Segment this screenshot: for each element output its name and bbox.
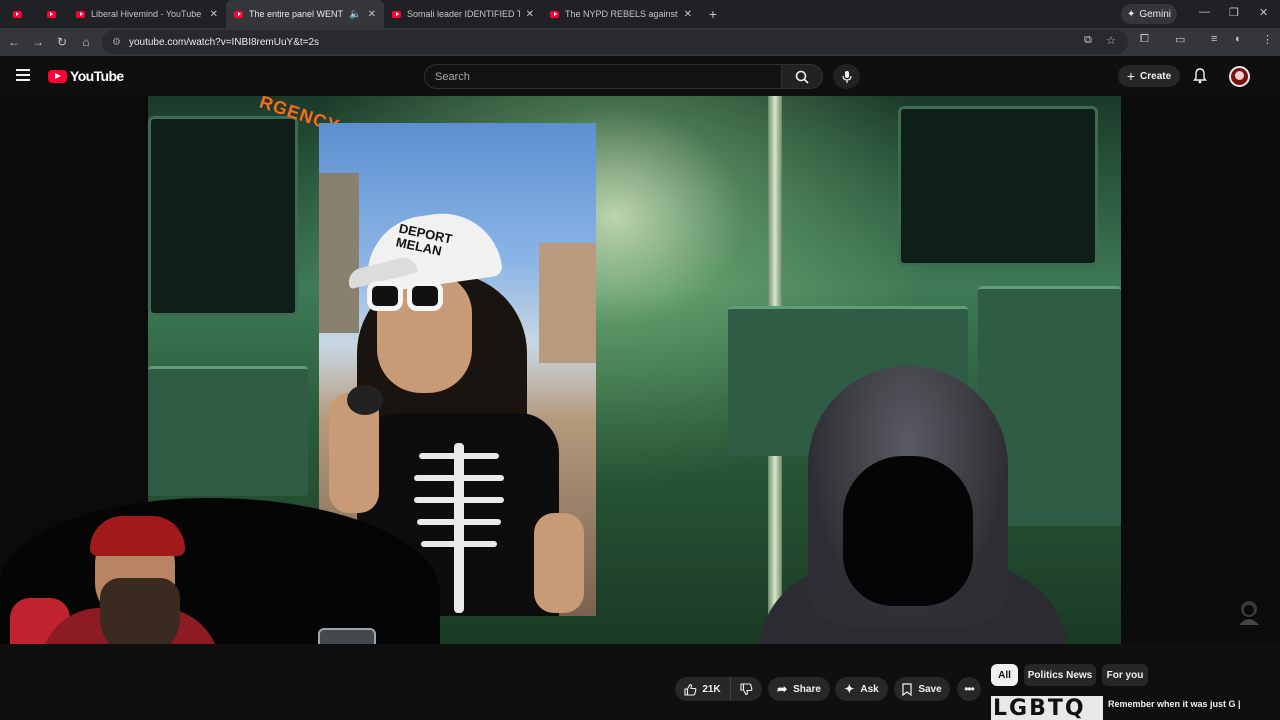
subway-window — [898, 106, 1098, 266]
tab-1[interactable] — [34, 0, 68, 28]
streamer-beard — [100, 578, 180, 644]
search-placeholder: Search — [435, 70, 470, 83]
more-actions-icon[interactable]: ••• — [957, 677, 981, 701]
sunglasses-lens — [407, 281, 443, 311]
glass-jar — [318, 628, 376, 644]
account-avatar[interactable] — [1229, 66, 1250, 87]
subway-window — [148, 116, 298, 316]
minimize-icon[interactable]: — — [1199, 6, 1210, 18]
close-window-icon[interactable]: ✕ — [1259, 6, 1268, 19]
red-beanie — [90, 516, 185, 556]
tab-3-active[interactable]: The entire panel WENT SILE 🔈 ✕ — [226, 0, 384, 28]
youtube-logo-icon — [48, 69, 67, 83]
speaker-icon[interactable]: 🔈 — [349, 9, 361, 20]
profile-icon[interactable]: ◐ — [1235, 33, 1242, 45]
tab-2[interactable]: Liberal Hivemind - YouTube ✕ — [68, 0, 226, 28]
chip-politics-news[interactable]: Politics News — [1024, 664, 1096, 686]
like-count: 21K — [702, 683, 721, 695]
chip-all[interactable]: All — [991, 664, 1018, 686]
bell-icon — [1193, 68, 1207, 84]
recommended-video-title[interactable]: Remember when it was just G | — [1108, 699, 1241, 709]
forward-icon[interactable]: → — [26, 35, 50, 49]
tab-0[interactable] — [0, 0, 34, 28]
browser-menu-icon[interactable]: ⋮ — [1262, 33, 1273, 46]
plus-icon: + — [1126, 68, 1136, 84]
tab-5[interactable]: The NYPD REBELS against Mam ✕ — [542, 0, 700, 28]
site-info-icon[interactable]: ⚙ — [112, 37, 121, 48]
hooded-figure — [758, 366, 1068, 644]
tab-title: The NYPD REBELS against Mam — [565, 9, 678, 19]
youtube-logo-text: YouTube — [70, 68, 124, 84]
thumbs-down-icon — [740, 682, 753, 695]
create-button[interactable]: + Create — [1118, 65, 1180, 87]
bookmark-icon — [902, 682, 912, 696]
share-icon: ➦ — [777, 682, 788, 696]
browser-tab-strip: Liberal Hivemind - YouTube ✕ The entire … — [0, 0, 1280, 28]
search-input[interactable]: Search — [424, 64, 782, 89]
like-button[interactable]: 21K — [675, 677, 731, 701]
gemini-button[interactable]: ✦ Gemini — [1121, 4, 1177, 24]
sparkle-icon: ✦ — [844, 682, 855, 696]
new-tab-button[interactable]: + — [700, 6, 726, 22]
tab-4[interactable]: Somali leader IDENTIFIED Tim W ✕ — [384, 0, 542, 28]
gemini-label: Gemini — [1139, 8, 1172, 20]
reload-icon[interactable]: ↻ — [50, 35, 74, 49]
youtube-favicon-icon — [46, 10, 56, 18]
thumbs-up-icon — [684, 683, 697, 696]
youtube-header: YouTube Search + Create — [0, 56, 1280, 96]
cast-icon[interactable]: ▭ — [1175, 33, 1185, 46]
youtube-favicon-icon — [12, 10, 22, 18]
youtube-favicon-icon — [234, 10, 243, 18]
url-text: youtube.com/watch?v=INBI8remUuY&t=2s — [128, 36, 320, 48]
youtube-favicon-icon — [392, 10, 401, 18]
video-actions-bar: 21K ➦ Share ✦ Ask Save ••• All Politics … — [0, 644, 1280, 720]
save-button[interactable]: Save — [894, 677, 950, 701]
tab-title: Somali leader IDENTIFIED Tim W — [407, 9, 520, 19]
media-control-icon[interactable]: ≡ — [1211, 33, 1217, 45]
search-button[interactable] — [781, 64, 823, 89]
install-app-icon[interactable]: ⧉ — [1084, 34, 1092, 47]
ask-button[interactable]: ✦ Ask — [835, 677, 888, 701]
save-label: Save — [918, 683, 942, 695]
close-tab-icon[interactable]: ✕ — [368, 9, 376, 20]
bookmark-star-icon[interactable]: ☆ — [1106, 34, 1116, 47]
sparkle-icon: ✦ — [1126, 8, 1136, 20]
extensions-icon[interactable]: ⧠ — [1140, 33, 1149, 46]
microphone-icon — [841, 70, 852, 83]
subway-seat — [148, 366, 308, 496]
notifications-button[interactable] — [1193, 68, 1207, 89]
dislike-button[interactable] — [731, 677, 762, 701]
recommended-video-thumbnail[interactable]: LGBTQ — [991, 696, 1103, 720]
menu-icon[interactable] — [16, 69, 30, 81]
woman-hand — [534, 513, 584, 613]
search-icon — [795, 70, 809, 84]
sunglasses-lens — [367, 281, 403, 311]
restore-icon[interactable]: ❐ — [1229, 6, 1239, 19]
streamer-webcam-overlay — [0, 488, 460, 644]
home-icon[interactable]: ⌂ — [74, 35, 98, 49]
voice-search-button[interactable] — [833, 64, 860, 89]
channel-watermark-icon[interactable] — [1237, 599, 1261, 625]
chip-for-you[interactable]: For you — [1102, 664, 1148, 686]
create-label: Create — [1140, 70, 1172, 82]
close-tab-icon[interactable]: ✕ — [526, 9, 534, 20]
youtube-favicon-icon — [76, 10, 85, 18]
url-bar[interactable]: ⚙ youtube.com/watch?v=INBI8remUuY&t=2s — [102, 30, 1128, 54]
youtube-favicon-icon — [550, 10, 559, 18]
tab-title: The entire panel WENT SILE — [249, 9, 345, 19]
close-tab-icon[interactable]: ✕ — [210, 9, 218, 20]
back-icon[interactable]: ← — [2, 35, 26, 49]
share-label: Share — [793, 683, 821, 695]
share-button[interactable]: ➦ Share — [768, 677, 830, 701]
close-tab-icon[interactable]: ✕ — [684, 9, 692, 20]
thumbnail-text: LGBTQ — [993, 696, 1086, 720]
youtube-logo[interactable]: YouTube — [48, 68, 124, 84]
microphone-prop — [347, 385, 383, 415]
tab-title: Liberal Hivemind - YouTube — [91, 9, 202, 19]
video-player[interactable]: RGENCY DEPORT MELAN — [0, 96, 1280, 644]
ask-label: Ask — [860, 683, 879, 695]
like-dislike-group: 21K — [675, 677, 762, 701]
